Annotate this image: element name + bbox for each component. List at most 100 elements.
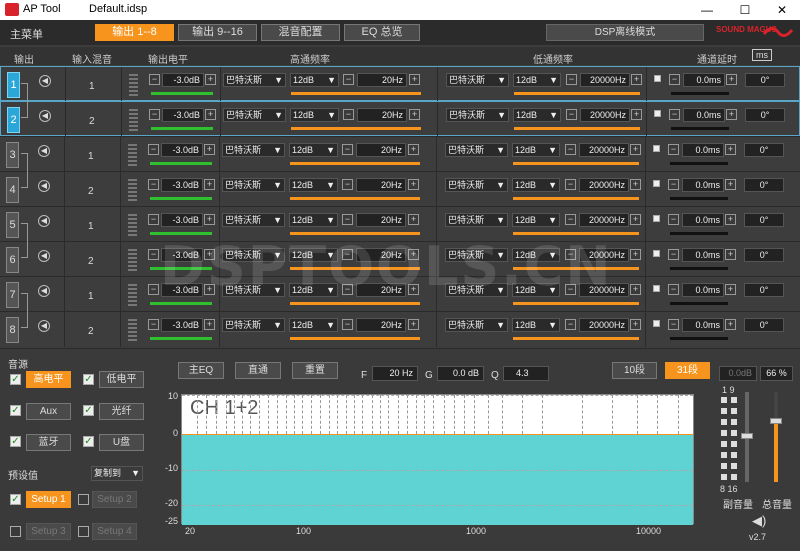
source-usb-checkbox[interactable]: ✓ <box>83 436 94 447</box>
speaker-icon[interactable]: ◀ <box>39 75 51 87</box>
gain-field[interactable]: 0.0 dB <box>437 366 484 381</box>
volume-pct-field[interactable]: 66 % <box>760 366 793 381</box>
eq-band-line[interactable] <box>216 395 217 434</box>
eq-band-line[interactable] <box>416 395 417 434</box>
delay-enable-checkbox[interactable] <box>654 110 661 117</box>
eq-band-line[interactable] <box>657 395 658 434</box>
setup4-checkbox[interactable] <box>78 526 89 537</box>
eq-band-line[interactable] <box>678 395 679 434</box>
freq-field[interactable]: 20 Hz <box>372 366 418 381</box>
level-minus-button[interactable]: − <box>148 179 159 190</box>
lowpass-minus-button[interactable]: − <box>565 319 576 330</box>
highpass-slope-dropdown[interactable]: 12dB <box>290 108 339 122</box>
eq-band-line[interactable] <box>362 395 363 434</box>
speaker-icon[interactable]: ◀ <box>38 285 50 297</box>
lowpass-type-dropdown[interactable]: 巴特沃斯 <box>445 318 508 332</box>
lowpass-type-dropdown[interactable]: 巴特沃斯 <box>445 143 508 157</box>
main-eq-button[interactable]: 主EQ <box>178 362 224 379</box>
highpass-minus-button[interactable]: − <box>342 179 353 190</box>
delay-enable-checkbox[interactable] <box>653 145 660 152</box>
lowpass-slope-dropdown[interactable]: 12dB <box>512 143 560 157</box>
channel-select-button[interactable]: 6 <box>6 247 19 273</box>
phase-value[interactable]: 0° <box>744 213 784 227</box>
lowpass-plus-button[interactable]: + <box>630 179 641 190</box>
lowpass-minus-button[interactable]: − <box>565 179 576 190</box>
maximize-button[interactable]: ☐ <box>730 0 760 20</box>
level-minus-button[interactable]: − <box>148 249 159 260</box>
eq-band-line[interactable] <box>302 395 303 434</box>
lowpass-type-dropdown[interactable]: 巴特沃斯 <box>446 108 509 122</box>
lowpass-slope-dropdown[interactable]: 12dB <box>512 178 560 192</box>
eq-band-line[interactable] <box>206 395 207 434</box>
lowpass-slope-dropdown[interactable]: 12dB <box>512 318 560 332</box>
eq-band-line[interactable] <box>433 395 434 434</box>
level-plus-button[interactable]: + <box>205 109 216 120</box>
source-low-checkbox[interactable]: ✓ <box>83 374 94 385</box>
source-high-checkbox[interactable]: ✓ <box>10 374 21 385</box>
highpass-type-dropdown[interactable]: 巴特沃斯 <box>222 143 285 157</box>
delay-plus-button[interactable]: + <box>725 249 736 260</box>
eq-band-line[interactable] <box>234 395 235 434</box>
delay-value[interactable]: 0.0ms <box>683 108 725 122</box>
eq-band-line[interactable] <box>250 395 251 434</box>
eq-band-line[interactable] <box>380 395 381 434</box>
highpass-type-dropdown[interactable]: 巴特沃斯 <box>223 73 286 87</box>
level-minus-button[interactable]: − <box>148 319 159 330</box>
highpass-freq-value[interactable]: 20Hz <box>356 178 406 192</box>
highpass-plus-button[interactable]: + <box>408 144 419 155</box>
delay-minus-button[interactable]: − <box>668 214 679 225</box>
eq-band-line[interactable] <box>329 395 330 434</box>
setup4-button[interactable]: Setup 4 <box>92 523 137 540</box>
link-bracket[interactable] <box>21 153 28 188</box>
lowpass-freq-value[interactable]: 20000Hz <box>579 318 629 332</box>
level-plus-button[interactable]: + <box>204 179 215 190</box>
phase-value[interactable]: 0° <box>745 108 785 122</box>
highpass-type-dropdown[interactable]: 巴特沃斯 <box>222 213 285 227</box>
tab-mix-config[interactable]: 混音配置 <box>261 24 340 41</box>
level-minus-button[interactable]: − <box>148 214 159 225</box>
level-value[interactable]: -3.0dB <box>161 143 203 157</box>
level-plus-button[interactable]: + <box>204 319 215 330</box>
source-bluetooth-checkbox[interactable]: ✓ <box>10 436 21 447</box>
channel-select-button[interactable]: 3 <box>6 142 19 168</box>
delay-enable-checkbox[interactable] <box>653 320 660 327</box>
lowpass-minus-button[interactable]: − <box>566 109 577 120</box>
delay-unit-button[interactable]: ms <box>752 49 772 61</box>
level-minus-button[interactable]: − <box>148 284 159 295</box>
speaker-icon[interactable]: ◀ <box>38 320 50 332</box>
eq-band-line[interactable] <box>294 395 295 434</box>
lowpass-slope-dropdown[interactable]: 12dB <box>513 73 561 87</box>
lowpass-minus-button[interactable]: − <box>566 74 577 85</box>
lowpass-slope-dropdown[interactable]: 12dB <box>512 213 560 227</box>
eq-band-line[interactable] <box>372 395 373 434</box>
highpass-plus-button[interactable]: + <box>408 319 419 330</box>
delay-enable-checkbox[interactable] <box>653 180 660 187</box>
highpass-type-dropdown[interactable]: 巴特沃斯 <box>222 178 285 192</box>
speaker-icon[interactable]: ◀ <box>38 180 50 192</box>
delay-plus-button[interactable]: + <box>725 144 736 155</box>
close-button[interactable]: ✕ <box>767 0 797 20</box>
lowpass-freq-value[interactable]: 20000Hz <box>580 108 630 122</box>
delay-value[interactable]: 0.0ms <box>682 248 724 262</box>
level-plus-button[interactable]: + <box>205 74 216 85</box>
eq-band-line[interactable] <box>502 395 503 434</box>
speaker-icon[interactable]: ◀ <box>38 250 50 262</box>
link-bracket[interactable] <box>21 83 28 118</box>
delay-minus-button[interactable]: − <box>668 249 679 260</box>
highpass-minus-button[interactable]: − <box>342 319 353 330</box>
level-minus-button[interactable]: − <box>149 109 160 120</box>
phase-value[interactable]: 0° <box>745 73 785 87</box>
phase-value[interactable]: 0° <box>744 248 784 262</box>
link-bracket[interactable] <box>21 223 28 258</box>
source-high-button[interactable]: 高电平 <box>26 371 71 388</box>
lowpass-freq-value[interactable]: 20000Hz <box>579 143 629 157</box>
main-menu[interactable]: 主菜单 <box>10 26 43 42</box>
phase-value[interactable]: 0° <box>744 178 784 192</box>
highpass-freq-value[interactable]: 20Hz <box>357 73 407 87</box>
speaker-icon[interactable]: ◀ <box>38 215 50 227</box>
level-value[interactable]: -3.0dB <box>161 318 203 332</box>
highpass-plus-button[interactable]: + <box>408 214 419 225</box>
eq-band-line[interactable] <box>311 395 312 434</box>
channel-select-button[interactable]: 5 <box>6 212 19 238</box>
highpass-freq-value[interactable]: 20Hz <box>356 213 406 227</box>
